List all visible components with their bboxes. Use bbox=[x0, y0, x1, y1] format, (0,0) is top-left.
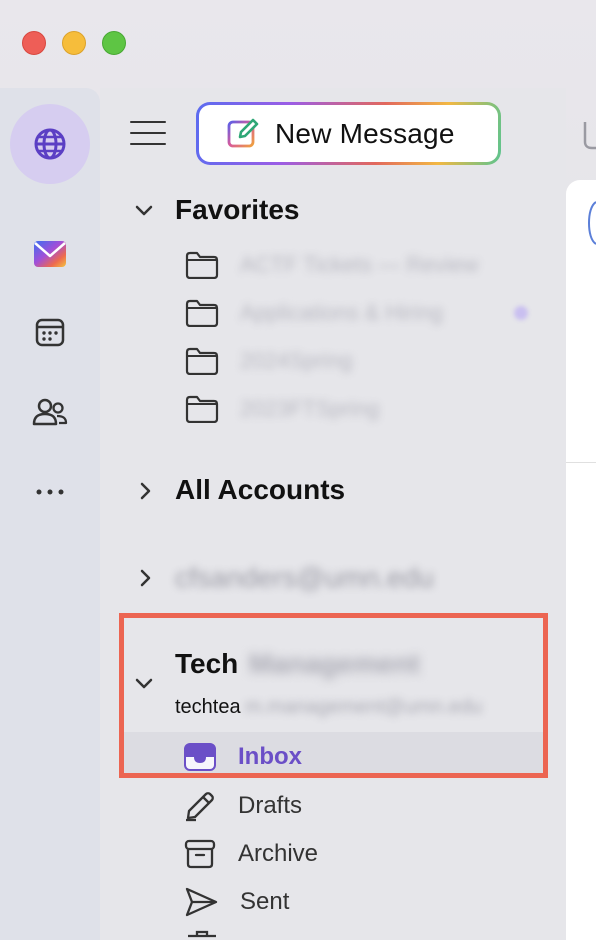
folder-pane bbox=[100, 88, 566, 940]
archive-label: Archive bbox=[238, 840, 319, 867]
send-icon bbox=[185, 887, 218, 917]
account-1-chevron-right-icon[interactable] bbox=[136, 568, 156, 588]
drafts-label: Drafts bbox=[238, 792, 303, 819]
account-highlight-box bbox=[119, 613, 548, 778]
new-message-button[interactable]: New Message bbox=[196, 102, 501, 165]
menu-line bbox=[130, 121, 166, 123]
folder-icon bbox=[185, 347, 219, 375]
message-divider bbox=[566, 462, 596, 463]
minimize-window-button[interactable] bbox=[62, 31, 86, 55]
new-message-label: New Message bbox=[275, 117, 455, 149]
nav-item-drafts[interactable]: Drafts bbox=[184, 786, 302, 826]
nav-item-sent[interactable]: Sent bbox=[184, 882, 289, 922]
favorites-folder-1-label: ACTF Tickets — Review bbox=[240, 252, 479, 277]
archive-icon bbox=[184, 839, 216, 869]
hamburger-menu-button[interactable] bbox=[130, 118, 166, 148]
zoom-window-button[interactable] bbox=[102, 31, 126, 55]
favorites-folder-4[interactable] bbox=[185, 392, 219, 426]
more-icon bbox=[36, 489, 64, 495]
sent-label: Sent bbox=[240, 888, 290, 915]
favorites-chevron-down-icon[interactable] bbox=[134, 201, 154, 221]
favorites-title[interactable]: Favorites bbox=[175, 194, 300, 226]
mail-icon bbox=[34, 241, 66, 267]
menu-line bbox=[130, 143, 166, 145]
favorites-folder-2[interactable] bbox=[185, 296, 219, 330]
all-accounts-chevron-right-icon[interactable] bbox=[136, 481, 156, 501]
people-icon bbox=[32, 398, 68, 426]
rail-item-people[interactable] bbox=[10, 372, 90, 452]
menu-line bbox=[130, 132, 166, 134]
all-accounts-title[interactable]: All Accounts bbox=[175, 474, 345, 506]
nav-item-archive[interactable]: Archive bbox=[184, 834, 318, 874]
rail-item-mail[interactable] bbox=[10, 214, 90, 294]
new-message-button-inner: New Message bbox=[199, 105, 498, 162]
folder-icon bbox=[185, 299, 219, 327]
rail-item-globe[interactable] bbox=[10, 104, 90, 184]
rail-item-more[interactable] bbox=[10, 452, 90, 532]
message-list-pane bbox=[566, 180, 596, 940]
toolbar-overflow-icon bbox=[583, 122, 596, 150]
trash-icon[interactable] bbox=[186, 930, 218, 940]
close-window-button[interactable] bbox=[22, 31, 46, 55]
favorites-folder-1[interactable] bbox=[185, 248, 219, 282]
favorites-folder-2-label: Applications & Hiring bbox=[240, 300, 443, 325]
favorites-folder-4-label: 2023FTSpring bbox=[240, 396, 380, 421]
unread-badge bbox=[514, 306, 528, 320]
favorites-folder-3-label: 2024Spring bbox=[240, 348, 353, 373]
folder-icon bbox=[185, 251, 219, 279]
pencil-icon bbox=[186, 792, 214, 822]
compose-icon bbox=[227, 118, 259, 147]
globe-icon bbox=[34, 128, 66, 160]
account-1-email[interactable]: cfsanders@umn.edu bbox=[175, 562, 434, 594]
calendar-icon bbox=[35, 318, 65, 347]
avatar[interactable] bbox=[588, 200, 596, 246]
favorites-folder-3[interactable] bbox=[185, 344, 219, 378]
rail-item-calendar[interactable] bbox=[10, 292, 90, 372]
folder-icon bbox=[185, 395, 219, 423]
